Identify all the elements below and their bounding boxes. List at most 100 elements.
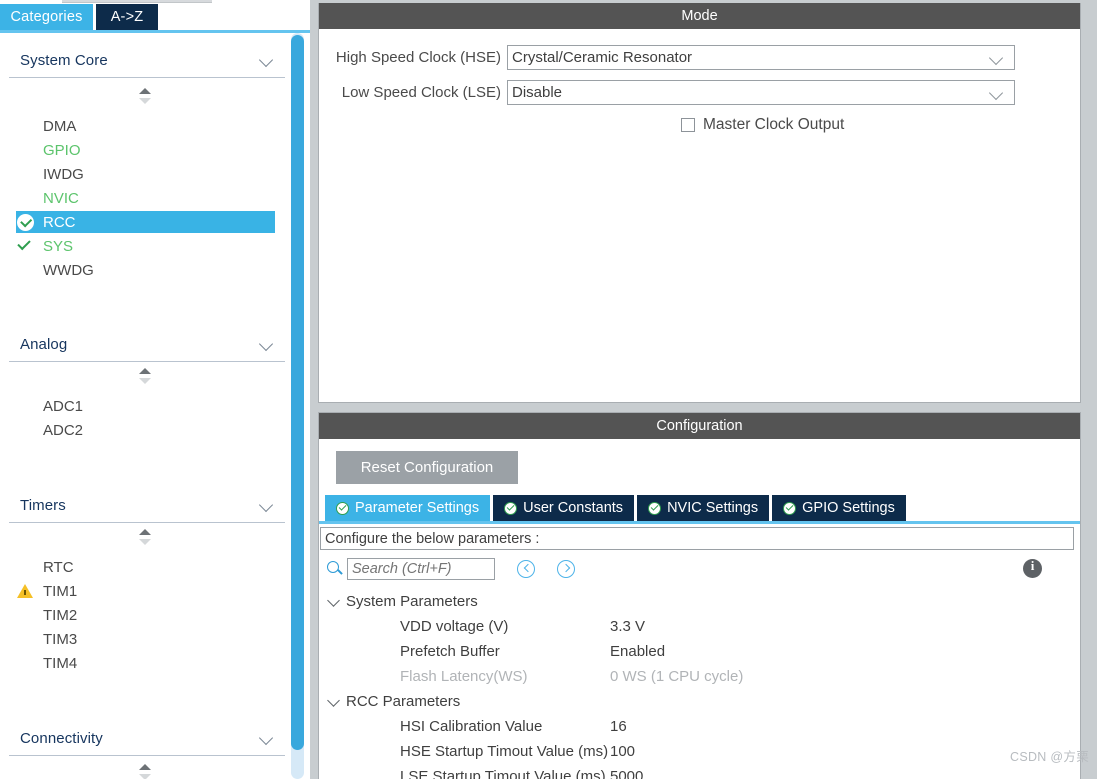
- master-clock-output-row[interactable]: Master Clock Output: [681, 116, 844, 134]
- warning-triangle-icon: [17, 584, 33, 598]
- parameter-name: Prefetch Buffer: [400, 643, 500, 660]
- tab-gpio-settings-label: GPIO Settings: [802, 500, 895, 516]
- sidebar-item-label: IWDG: [43, 165, 84, 183]
- item-status-icon: [16, 654, 42, 672]
- sidebar-item-label: ADC1: [43, 397, 84, 415]
- sidebar-section-connectivity[interactable]: Connectivity: [9, 722, 285, 756]
- sidebar-item-label: RCC: [43, 213, 76, 231]
- tab-parameter-settings-label: Parameter Settings: [355, 500, 480, 516]
- configuration-panel: Configuration Reset Configuration Parame…: [318, 412, 1081, 779]
- spinner-up-icon: [139, 764, 151, 770]
- item-status-icon: [16, 606, 42, 624]
- chevron-down-icon: [260, 499, 273, 512]
- check-circle-icon: [504, 501, 518, 515]
- tab-nvic-settings[interactable]: NVIC Settings: [637, 495, 770, 521]
- table-row[interactable]: HSE Startup Timout Value (ms) 100: [320, 739, 1074, 764]
- search-previous-icon[interactable]: [517, 560, 535, 578]
- parameter-group-system-parameters[interactable]: System Parameters: [320, 589, 1074, 614]
- spinner-up-icon: [139, 529, 151, 535]
- sidebar-item-label: SYS: [43, 237, 74, 255]
- sidebar-item-iwdg[interactable]: IWDG: [16, 163, 276, 185]
- parameter-name: HSE Startup Timout Value (ms): [400, 743, 609, 760]
- check-circle-icon: [17, 214, 34, 231]
- sidebar-item-tim1[interactable]: TIM1: [16, 580, 276, 602]
- spinner-down-icon: [139, 378, 151, 384]
- sidebar-top-divider: [62, 0, 212, 3]
- table-row[interactable]: VDD voltage (V) 3.3 V: [320, 614, 1074, 639]
- check-icon: [18, 240, 31, 249]
- search-next-icon[interactable]: [557, 560, 575, 578]
- configuration-hint: Configure the below parameters :: [320, 527, 1074, 550]
- mode-row-lse: Low Speed Clock (LSE) Disable: [319, 79, 1015, 105]
- tab-user-constants[interactable]: User Constants: [493, 495, 635, 521]
- sidebar-item-adc1[interactable]: ADC1: [16, 395, 276, 417]
- item-status-icon: [16, 261, 42, 279]
- sidebar-item-sys[interactable]: SYS: [16, 235, 276, 257]
- sidebar-item-wwdg[interactable]: WWDG: [16, 259, 276, 281]
- sidebar-item-dma[interactable]: DMA: [16, 115, 276, 137]
- sidebar-item-tim4[interactable]: TIM4: [16, 652, 276, 674]
- tab-parameter-settings[interactable]: Parameter Settings: [325, 495, 491, 521]
- table-row[interactable]: HSI Calibration Value 16: [320, 714, 1074, 739]
- lse-value: Disable: [512, 83, 563, 101]
- parameter-group-rcc-parameters[interactable]: RCC Parameters: [320, 689, 1074, 714]
- parameter-search-row: [320, 553, 1074, 585]
- sidebar-section-system-core-spinner[interactable]: [139, 88, 152, 104]
- table-row[interactable]: LSE Startup Timout Value (ms) 5000: [320, 764, 1074, 779]
- sidebar-section-timers[interactable]: Timers: [9, 489, 285, 523]
- check-circle-icon: [648, 501, 662, 515]
- sidebar-item-rcc[interactable]: RCC: [16, 211, 275, 233]
- chevron-down-icon: [991, 53, 1003, 65]
- spinner-down-icon: [139, 98, 151, 104]
- sidebar-item-label: TIM4: [43, 654, 78, 672]
- sidebar-item-tim3[interactable]: TIM3: [16, 628, 276, 650]
- sidebar-item-label: RTC: [43, 558, 74, 576]
- table-row[interactable]: Prefetch Buffer Enabled: [320, 639, 1074, 664]
- info-icon[interactable]: [1023, 558, 1042, 578]
- sidebar-item-label: WWDG: [43, 261, 94, 279]
- sidebar-item-adc2[interactable]: ADC2: [16, 419, 276, 441]
- reset-configuration-button[interactable]: Reset Configuration: [336, 451, 518, 484]
- sidebar-section-connectivity-spinner[interactable]: [139, 764, 152, 779]
- sidebar-section-analog-spinner[interactable]: [139, 368, 152, 384]
- chevron-down-icon: [260, 54, 273, 67]
- hse-combobox[interactable]: Crystal/Ceramic Resonator: [507, 44, 1015, 70]
- sidebar-tab-categories-label: Categories: [10, 9, 83, 25]
- sidebar-section-timers-label: Timers: [20, 497, 66, 514]
- parameter-value: 0 WS (1 CPU cycle): [610, 668, 744, 685]
- sidebar-section-timers-spinner[interactable]: [139, 529, 152, 545]
- sidebar-section-connectivity-label: Connectivity: [20, 730, 103, 747]
- sidebar-item-rtc[interactable]: RTC: [16, 556, 276, 578]
- sidebar-item-nvic[interactable]: NVIC: [16, 187, 276, 209]
- mode-panel: Mode High Speed Clock (HSE) Crystal/Cera…: [318, 3, 1081, 403]
- mode-panel-title: Mode: [319, 3, 1080, 29]
- sidebar-item-label: TIM1: [43, 582, 78, 600]
- tab-gpio-settings[interactable]: GPIO Settings: [772, 495, 906, 521]
- sidebar-item-label: DMA: [43, 117, 77, 135]
- chevron-down-icon: [991, 88, 1003, 100]
- master-clock-output-checkbox[interactable]: [681, 118, 695, 132]
- sidebar-tab-a-to-z[interactable]: A->Z: [96, 4, 158, 30]
- chevron-down-icon: [260, 732, 273, 745]
- sidebar-tab-a-to-z-label: A->Z: [110, 9, 144, 25]
- sidebar-item-gpio[interactable]: GPIO: [16, 139, 276, 161]
- sidebar-tabbar: Categories A->Z: [0, 4, 310, 30]
- parameter-name: HSI Calibration Value: [400, 718, 543, 735]
- panel-splitter[interactable]: [310, 0, 318, 779]
- sidebar-section-analog[interactable]: Analog: [9, 328, 285, 362]
- item-status-icon: [16, 117, 42, 135]
- sidebar-scrollbar-thumb[interactable]: [291, 35, 304, 750]
- tab-nvic-settings-label: NVIC Settings: [667, 500, 759, 516]
- sidebar-section-system-core[interactable]: System Core: [9, 44, 285, 78]
- sidebar-item-tim2[interactable]: TIM2: [16, 604, 276, 626]
- app-root: Categories A->Z System Core DMA GPIO IWD…: [0, 0, 1097, 779]
- configuration-tabs: Parameter Settings User Constants NVIC S…: [325, 495, 909, 521]
- table-row[interactable]: Flash Latency(WS) 0 WS (1 CPU cycle): [320, 664, 1074, 689]
- hse-label: High Speed Clock (HSE): [335, 48, 501, 66]
- sidebar-item-label: TIM2: [43, 606, 78, 624]
- search-icon[interactable]: [327, 561, 343, 577]
- search-input[interactable]: [347, 558, 495, 580]
- sidebar-tab-categories[interactable]: Categories: [0, 4, 93, 30]
- sidebar-item-label: NVIC: [43, 189, 79, 207]
- lse-combobox[interactable]: Disable: [507, 79, 1015, 105]
